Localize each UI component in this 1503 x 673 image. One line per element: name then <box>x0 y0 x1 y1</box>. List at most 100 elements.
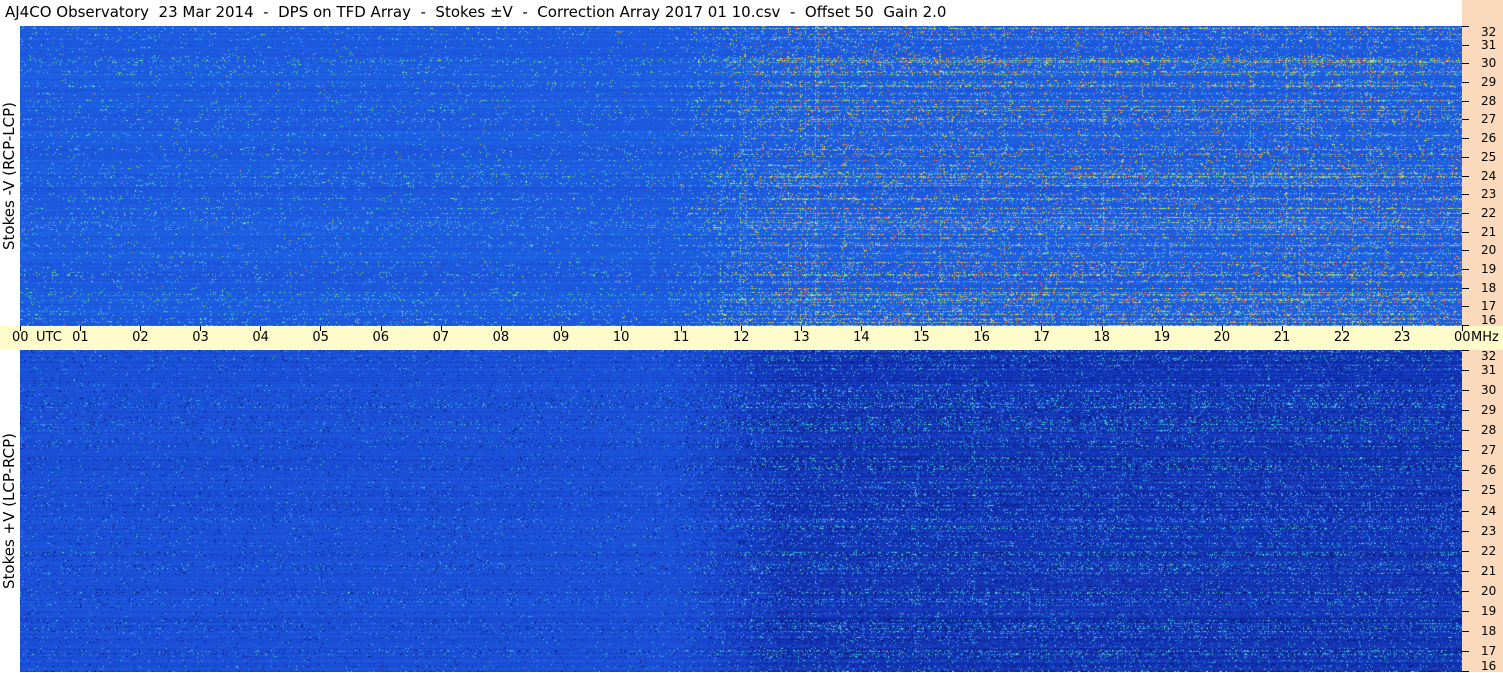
time-tick-label: 16 <box>973 330 990 345</box>
freq-tick-label: 30 <box>1481 56 1497 71</box>
freq-tick-mark <box>1462 119 1469 121</box>
freq-tick-label: 28 <box>1481 423 1497 438</box>
freq-tick-mark <box>1462 138 1469 140</box>
freq-tick-label: 18 <box>1481 280 1497 295</box>
freq-tick-mark <box>1462 530 1469 532</box>
y-axis-label-minus-v: Stokes -V (RCP-LCP) <box>0 102 18 250</box>
freq-tick-label: 20 <box>1481 583 1497 598</box>
time-tick-label: 02 <box>132 330 149 345</box>
freq-tick-mark <box>1462 100 1469 102</box>
freq-tick-label: 24 <box>1481 168 1497 183</box>
time-tick-label: 20 <box>1213 330 1231 345</box>
time-tick-label: 13 <box>793 330 810 345</box>
freq-tick-mark <box>1462 510 1469 512</box>
freq-tick-mark <box>1462 650 1469 652</box>
time-tick-label: 21 <box>1273 330 1291 345</box>
freq-tick-mark <box>1462 175 1469 177</box>
time-tick-label: 11 <box>672 330 690 345</box>
freq-tick-mark <box>1462 430 1469 432</box>
freq-tick-label: 17 <box>1481 299 1497 314</box>
freq-tick-mark <box>1462 250 1469 252</box>
freq-tick-label: 29 <box>1481 75 1497 90</box>
freq-tick-mark <box>1462 231 1469 233</box>
spectrogram-panel-plus-v <box>20 350 1462 672</box>
title-bar: AJ4CO Observatory 23 Mar 2014 - DPS on T… <box>0 0 1462 26</box>
freq-tick-label: 18 <box>1481 623 1497 638</box>
freq-tick-label: 30 <box>1481 383 1497 398</box>
chart-title: AJ4CO Observatory 23 Mar 2014 - DPS on T… <box>5 3 947 21</box>
freq-tick-label: 20 <box>1481 243 1497 258</box>
time-tick-label: 12 <box>733 330 750 345</box>
freq-tick-label: 25 <box>1481 149 1497 164</box>
freq-tick-label: 23 <box>1481 187 1497 202</box>
freq-tick-label: 22 <box>1481 543 1497 558</box>
freq-tick-label: 27 <box>1481 443 1497 458</box>
y-axis-label-plus-v: Stokes +V (LCP-RCP) <box>0 433 18 589</box>
freq-tick-mark <box>1462 390 1469 392</box>
freq-tick-label: 26 <box>1481 131 1497 146</box>
time-tick-label: 15 <box>913 330 930 345</box>
freq-tick-label: 25 <box>1481 483 1497 498</box>
freq-tick-label: 32 <box>1481 25 1497 39</box>
freq-tick-label: 22 <box>1481 205 1497 220</box>
time-tick-label: 22 <box>1333 330 1351 345</box>
time-tick-label: 18 <box>1093 330 1111 345</box>
freq-tick-mark <box>1462 325 1469 326</box>
freq-tick-label: 16 <box>1481 313 1497 327</box>
time-tick-label: 04 <box>252 330 269 345</box>
freq-tick-mark <box>1462 470 1469 472</box>
freq-tick-label: 29 <box>1481 403 1497 418</box>
freq-tick-mark <box>1462 410 1469 412</box>
freq-tick-label: 19 <box>1481 261 1497 276</box>
freq-tick-mark <box>1462 490 1469 492</box>
freq-tick-label: 26 <box>1481 463 1497 478</box>
freq-tick-mark <box>1462 350 1469 351</box>
freq-tick-label: 21 <box>1481 563 1497 578</box>
time-tick-label: 01 <box>72 330 89 345</box>
freq-tick-label: 23 <box>1481 523 1497 538</box>
freq-tick-mark <box>1462 26 1469 27</box>
freq-tick-mark <box>1462 590 1469 592</box>
time-tick-label: 08 <box>492 330 510 345</box>
freq-tick-mark <box>1462 306 1469 308</box>
time-tick-label: 10 <box>612 330 630 345</box>
freq-tick-label: 28 <box>1481 93 1497 108</box>
time-tick-label: 09 <box>552 330 570 345</box>
freq-tick-mark <box>1462 268 1469 270</box>
freq-tick-label: 32 <box>1481 349 1497 363</box>
time-tick-label: 05 <box>312 330 329 345</box>
freq-tick-mark <box>1462 44 1469 46</box>
time-axis-bar: 00 01 02 03 04 05 06 07 08 09 10 11 12 13 14 15 16 17 18 19… <box>0 326 1503 350</box>
freq-tick-mark <box>1462 63 1469 65</box>
freq-tick-label: 31 <box>1481 363 1497 378</box>
freq-tick-label: 27 <box>1481 112 1497 127</box>
freq-tick-mark <box>1462 570 1469 572</box>
freq-tick-mark <box>1462 630 1469 632</box>
spectrogram-panel-minus-v <box>20 26 1462 326</box>
freq-tick-label: 19 <box>1481 603 1497 618</box>
time-tick-label: 00 <box>1454 330 1471 345</box>
freq-tick-mark <box>1462 82 1469 84</box>
time-tick-label: 19 <box>1153 330 1171 345</box>
time-tick-label: 07 <box>432 330 450 345</box>
time-axis-start-label: UTC <box>36 330 62 345</box>
freq-tick-mark <box>1462 287 1469 289</box>
time-tick-label: 06 <box>372 330 390 345</box>
freq-tick-mark <box>1462 194 1469 196</box>
time-tick-label: 03 <box>192 330 209 345</box>
freq-unit-label: MHz <box>1471 330 1499 345</box>
freq-tick-label: 24 <box>1481 503 1497 518</box>
freq-tick-mark <box>1462 370 1469 372</box>
freq-tick-mark <box>1462 212 1469 214</box>
time-tick-label: 00 <box>12 330 29 345</box>
freq-tick-label: 21 <box>1481 224 1497 239</box>
freq-tick-mark <box>1462 610 1469 612</box>
freq-tick-label: 16 <box>1481 659 1497 673</box>
time-tick-label: 14 <box>853 330 870 345</box>
freq-tick-mark <box>1462 550 1469 552</box>
freq-tick-mark <box>1462 450 1469 452</box>
freq-tick-mark <box>1462 156 1469 158</box>
time-tick-label: 23 <box>1393 330 1411 345</box>
freq-tick-label: 31 <box>1481 37 1497 52</box>
time-tick-label: 17 <box>1033 330 1050 345</box>
